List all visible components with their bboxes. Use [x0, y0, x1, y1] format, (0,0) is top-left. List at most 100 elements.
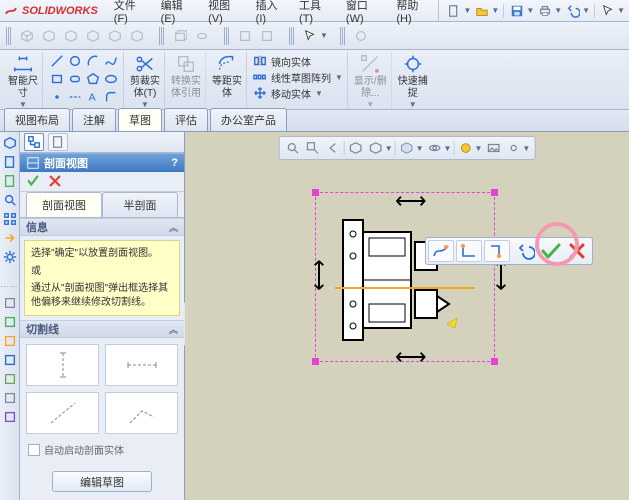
dropdown-icon[interactable]: ▼: [315, 89, 323, 98]
view-settings-button[interactable]: [504, 139, 522, 157]
dropdown-icon[interactable]: ▼: [409, 100, 417, 109]
view-display-style-button[interactable]: [398, 139, 416, 157]
strip-btn-9[interactable]: [3, 315, 17, 329]
strip-btn-10[interactable]: [3, 334, 17, 348]
dropdown-icon[interactable]: ▼: [522, 144, 530, 153]
tab-sketch[interactable]: 草图: [118, 108, 162, 131]
pm-help-button[interactable]: ?: [171, 157, 178, 169]
print-button[interactable]: [536, 2, 554, 20]
pm-cutline-option-2[interactable]: [105, 344, 178, 386]
sheet-2-button[interactable]: [257, 26, 277, 46]
pm-cutline-option-3[interactable]: [26, 392, 99, 434]
spline-tool-button[interactable]: [103, 53, 119, 69]
menu-window[interactable]: 窗口(W): [340, 0, 390, 27]
pm-section-info-header[interactable]: 信息 ︽: [20, 218, 184, 236]
view-zoom-fit-button[interactable]: [284, 139, 302, 157]
pm-tab-feature-tree[interactable]: [24, 133, 44, 151]
selection-handle-tl[interactable]: [312, 189, 319, 196]
undo-button[interactable]: [564, 2, 582, 20]
dropdown-icon[interactable]: ▼: [526, 6, 534, 15]
slot-tool-button[interactable]: [67, 71, 83, 87]
selection-handle-br[interactable]: [491, 358, 498, 365]
view-prev-button[interactable]: [324, 139, 342, 157]
centerline-tool-button[interactable]: [67, 89, 83, 105]
popup-offset-1-button[interactable]: [428, 240, 454, 262]
toolbar-grip-icon[interactable]: [6, 27, 11, 45]
tab-evaluate[interactable]: 评估: [164, 108, 208, 131]
menu-file[interactable]: 文件(F): [108, 0, 155, 27]
strip-btn-12[interactable]: [3, 372, 17, 386]
circle-tool-button[interactable]: [67, 53, 83, 69]
menu-view[interactable]: 视图(V): [202, 0, 250, 27]
view-section-button[interactable]: [347, 139, 365, 157]
toolbar-grip-icon[interactable]: [289, 27, 294, 45]
arc-tool-button[interactable]: [85, 53, 101, 69]
line-tool-button[interactable]: [49, 53, 65, 69]
view-hide-show-button[interactable]: [426, 139, 444, 157]
dropdown-icon[interactable]: ▼: [416, 144, 424, 153]
trim-entities-button[interactable]: 剪裁实 体(T) ▼: [130, 53, 160, 109]
select-button[interactable]: [599, 2, 617, 20]
view-scene-button[interactable]: [484, 139, 502, 157]
iso-view-4-button[interactable]: [83, 26, 103, 46]
move-entities-button[interactable]: 移动实体 ▼: [253, 85, 323, 101]
pm-cancel-button[interactable]: [46, 172, 64, 190]
menu-insert[interactable]: 插入(I): [250, 0, 293, 27]
selection-arrow-left[interactable]: ⟷: [308, 259, 330, 291]
strip-btn-1[interactable]: [3, 136, 17, 150]
selection-handle-tr[interactable]: [491, 189, 498, 196]
dropdown-icon[interactable]: ▼: [617, 6, 625, 15]
drawing-canvas[interactable]: ▼ ▼ ▼ ▼ ▼ ⟷ ⟷ ⟷ ⟷: [185, 132, 629, 500]
dropdown-icon[interactable]: ▼: [491, 6, 499, 15]
smart-dimension-button[interactable]: 智能尺 寸 ▼: [8, 53, 38, 109]
pm-auto-start-checkbox[interactable]: 自动启动剖面实体: [20, 440, 184, 463]
strip-btn-13[interactable]: [3, 391, 17, 405]
select-cursor-button[interactable]: [300, 26, 320, 46]
display-delete-button[interactable]: 显示/删 除... ▼: [354, 53, 387, 109]
strip-btn-14[interactable]: [3, 410, 17, 424]
strip-btn-3[interactable]: [3, 174, 17, 188]
tab-annotation[interactable]: 注解: [72, 108, 116, 131]
strip-btn-11[interactable]: [3, 353, 17, 367]
polygon-tool-button[interactable]: [85, 71, 101, 87]
strip-btn-5[interactable]: [3, 212, 17, 226]
menu-edit[interactable]: 编辑(E): [155, 0, 203, 27]
offset-entities-button[interactable]: 等距实 体: [212, 53, 242, 99]
pm-ok-button[interactable]: [24, 172, 42, 190]
pm-edit-sketch-button[interactable]: 编辑草图: [52, 471, 152, 492]
fillet-tool-button[interactable]: [103, 89, 119, 105]
dropdown-icon[interactable]: ▼: [444, 144, 452, 153]
view-appearance-button[interactable]: [456, 139, 474, 157]
tab-office[interactable]: 办公室产品: [210, 108, 287, 131]
dropdown-icon[interactable]: ▼: [474, 144, 482, 153]
dropdown-icon[interactable]: ▼: [463, 6, 471, 15]
pm-subtab-half[interactable]: 半剖面: [102, 192, 178, 217]
popup-offset-2-button[interactable]: [456, 240, 482, 262]
iso-view-3-button[interactable]: [61, 26, 81, 46]
iso-view-2-button[interactable]: [39, 26, 59, 46]
toolbar-grip-icon[interactable]: [224, 27, 229, 45]
text-tool-button[interactable]: A: [85, 89, 101, 105]
save-button[interactable]: [508, 2, 526, 20]
iso-view-5-button[interactable]: [105, 26, 125, 46]
view-orientation-button[interactable]: [367, 139, 385, 157]
pm-cutline-option-1[interactable]: [26, 344, 99, 386]
strip-btn-8[interactable]: [3, 296, 17, 310]
pm-cutline-option-4[interactable]: [105, 392, 178, 434]
tab-view-layout[interactable]: 视图布局: [4, 108, 70, 131]
revolve-button[interactable]: [192, 26, 212, 46]
dropdown-icon[interactable]: ▼: [366, 100, 374, 109]
selection-handle-bl[interactable]: [312, 358, 319, 365]
misc-tool-button[interactable]: [351, 26, 371, 46]
linear-pattern-button[interactable]: 线性草图阵列 ▼: [253, 69, 343, 85]
point-tool-button[interactable]: [49, 89, 65, 105]
strip-btn-2[interactable]: [3, 155, 17, 169]
dropdown-icon[interactable]: ▼: [335, 73, 343, 82]
dropdown-icon[interactable]: ▼: [554, 6, 562, 15]
extrude-button[interactable]: [170, 26, 190, 46]
view-zoom-area-button[interactable]: [304, 139, 322, 157]
mirror-entities-button[interactable]: 镜向实体: [253, 53, 311, 69]
toolbar-grip-icon[interactable]: [340, 27, 345, 45]
dropdown-icon[interactable]: ▼: [385, 144, 393, 153]
pm-section-cutline-header[interactable]: 切割线 ︽: [20, 320, 184, 338]
